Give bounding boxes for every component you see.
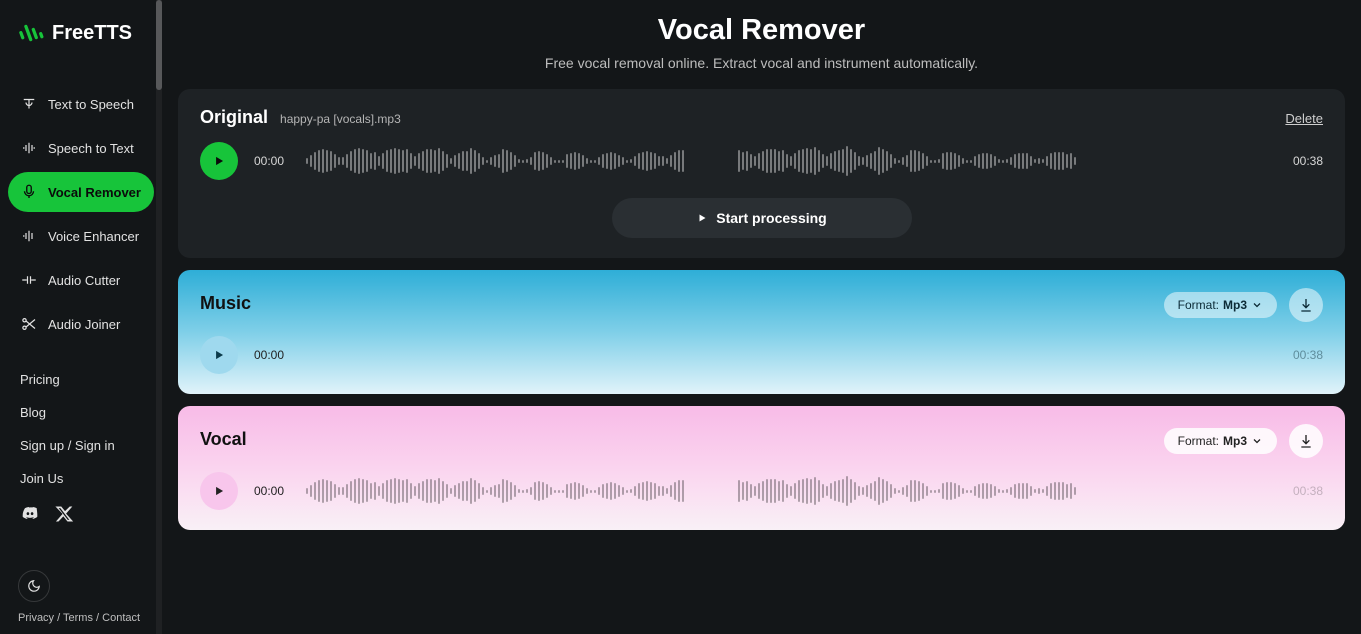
- waveform-music[interactable]: [300, 337, 1277, 373]
- play-icon: [212, 154, 226, 168]
- format-prefix: Format:: [1178, 434, 1219, 448]
- sidebar-item-text-to-speech[interactable]: Text to Speech: [8, 84, 154, 124]
- panel-original: Original happy-pa [vocals].mp3 Delete 00…: [178, 89, 1345, 258]
- sidebar-item-voice-enhancer[interactable]: Voice Enhancer: [8, 216, 154, 256]
- scrollbar-track: [156, 0, 162, 634]
- cutter-icon: [20, 271, 38, 289]
- download-button-vocal[interactable]: [1289, 424, 1323, 458]
- time-start-original: 00:00: [254, 154, 284, 168]
- start-processing-button[interactable]: Start processing: [612, 198, 912, 238]
- sidebar-item-label: Text to Speech: [48, 97, 134, 112]
- format-value: Mp3: [1223, 298, 1247, 312]
- time-end-vocal: 00:38: [1293, 484, 1323, 498]
- play-button-music[interactable]: [200, 336, 238, 374]
- nav-secondary: Pricing Blog Sign up / Sign in Join Us: [0, 344, 162, 486]
- page-title: Vocal Remover: [178, 14, 1345, 47]
- play-icon: [696, 212, 708, 224]
- sidebar-item-audio-cutter[interactable]: Audio Cutter: [8, 260, 154, 300]
- panel-vocal: Vocal Format: Mp3 00:00 00:38: [178, 406, 1345, 530]
- delete-link[interactable]: Delete: [1285, 111, 1323, 126]
- format-prefix: Format:: [1178, 298, 1219, 312]
- scissors-icon: [20, 315, 38, 333]
- enhancer-icon: [20, 227, 38, 245]
- play-icon: [212, 484, 226, 498]
- sidebar-item-audio-joiner[interactable]: Audio Joiner: [8, 304, 154, 344]
- nav-link-pricing[interactable]: Pricing: [20, 372, 142, 387]
- nav-link-blog[interactable]: Blog: [20, 405, 142, 420]
- filename: happy-pa [vocals].mp3: [280, 112, 401, 126]
- sidebar-item-vocal-remover[interactable]: Vocal Remover: [8, 172, 154, 212]
- panel-title-original: Original: [200, 107, 268, 128]
- theme-toggle-button[interactable]: [18, 570, 50, 602]
- nav-list: Text to Speech Speech to Text Vocal Remo…: [0, 64, 162, 344]
- panel-title-music: Music: [200, 293, 251, 314]
- sidebar-item-speech-to-text[interactable]: Speech to Text: [8, 128, 154, 168]
- sidebar-item-label: Audio Joiner: [48, 317, 120, 332]
- main-content: Vocal Remover Free vocal removal online.…: [162, 0, 1361, 634]
- stt-icon: [20, 139, 38, 157]
- mic-icon: [20, 183, 38, 201]
- track-row-vocal: 00:00 00:38: [200, 472, 1323, 510]
- scrollbar-thumb[interactable]: [156, 0, 162, 90]
- page-subtitle: Free vocal removal online. Extract vocal…: [178, 55, 1345, 71]
- download-icon: [1298, 297, 1314, 313]
- download-icon: [1298, 433, 1314, 449]
- track-row-original: 00:00 00:38: [200, 142, 1323, 180]
- logo[interactable]: FreeTTS: [0, 20, 162, 64]
- sidebar-item-label: Vocal Remover: [48, 185, 141, 200]
- waveform-original[interactable]: [300, 143, 1277, 179]
- time-start-music: 00:00: [254, 348, 284, 362]
- download-button-music[interactable]: [1289, 288, 1323, 322]
- moon-icon: [27, 579, 41, 593]
- time-end-original: 00:38: [1293, 154, 1323, 168]
- page-header: Vocal Remover Free vocal removal online.…: [178, 10, 1345, 89]
- time-end-music: 00:38: [1293, 348, 1323, 362]
- format-value: Mp3: [1223, 434, 1247, 448]
- track-row-music: 00:00 00:38: [200, 336, 1323, 374]
- social-row: [0, 486, 162, 529]
- nav-link-signup[interactable]: Sign up / Sign in: [20, 438, 142, 453]
- nav-link-joinus[interactable]: Join Us: [20, 471, 142, 486]
- sidebar: FreeTTS Text to Speech Speech to Text Vo…: [0, 0, 162, 634]
- play-icon: [212, 348, 226, 362]
- play-button-original[interactable]: [200, 142, 238, 180]
- format-select-vocal[interactable]: Format: Mp3: [1164, 428, 1277, 454]
- process-label: Start processing: [716, 210, 826, 226]
- waveform-vocal[interactable]: [300, 473, 1277, 509]
- discord-icon[interactable]: [20, 504, 40, 529]
- panel-title-vocal: Vocal: [200, 429, 247, 450]
- bottom-area: Privacy / Terms / Contact: [0, 556, 162, 624]
- chevron-down-icon: [1251, 299, 1263, 311]
- chevron-down-icon: [1251, 435, 1263, 447]
- tts-icon: [20, 95, 38, 113]
- sidebar-item-label: Speech to Text: [48, 141, 134, 156]
- sidebar-item-label: Voice Enhancer: [48, 229, 139, 244]
- brand-text: FreeTTS: [52, 22, 132, 45]
- logo-icon: [18, 20, 44, 46]
- sidebar-item-label: Audio Cutter: [48, 273, 120, 288]
- play-button-vocal[interactable]: [200, 472, 238, 510]
- time-start-vocal: 00:00: [254, 484, 284, 498]
- format-select-music[interactable]: Format: Mp3: [1164, 292, 1277, 318]
- policies-links[interactable]: Privacy / Terms / Contact: [18, 612, 144, 624]
- panel-music: Music Format: Mp3 00:00 00:38: [178, 270, 1345, 394]
- x-icon[interactable]: [54, 504, 74, 529]
